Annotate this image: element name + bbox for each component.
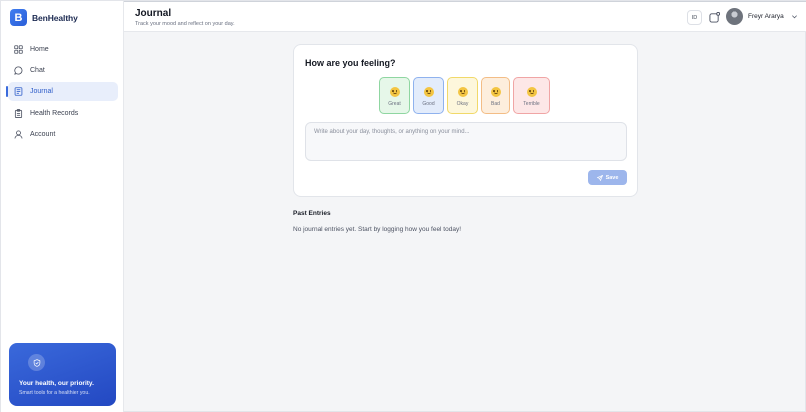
avatar[interactable] — [726, 8, 743, 25]
user-icon — [14, 130, 23, 139]
save-button[interactable]: Save — [588, 170, 627, 185]
neutral-face-icon — [457, 86, 468, 97]
past-entries-heading: Past Entries — [293, 210, 331, 217]
mood-label: Okay — [456, 100, 469, 107]
dashboard-icon — [14, 45, 23, 54]
sidebar-item-label: Chat — [30, 67, 45, 75]
notification-button[interactable] — [707, 10, 721, 24]
journal-entry-card: How are you feeling? Great Good Okay Bad… — [293, 44, 638, 197]
send-icon — [596, 174, 603, 181]
page-subtitle: Track your mood and reflect on your day. — [135, 21, 235, 27]
mood-option-great[interactable]: Great — [379, 77, 410, 114]
mood-question: How are you feeling? — [305, 58, 396, 68]
chat-bubble-icon — [14, 66, 23, 75]
user-name[interactable]: Freyr Ararya — [748, 13, 784, 20]
brand-logo-icon: B — [10, 9, 27, 26]
clipboard-icon — [14, 108, 23, 118]
mood-option-bad[interactable]: Bad — [481, 77, 510, 114]
notification-icon — [708, 11, 720, 23]
sidebar-nav: Home Chat Journal Health Records Account — [6, 40, 118, 146]
top-header: Journal Track your mood and reflect on y… — [124, 2, 806, 32]
sidebar-item-home[interactable]: Home — [8, 40, 118, 59]
save-button-label: Save — [605, 174, 619, 181]
mood-label: Terrible — [523, 100, 540, 107]
smiling-face-icon — [423, 86, 434, 97]
journal-icon — [14, 87, 23, 97]
journal-textarea[interactable] — [305, 122, 627, 161]
promo-subtitle: Smart tools for a healthier you. — [19, 390, 90, 396]
crying-face-icon — [526, 86, 537, 97]
smiling-face-icon — [389, 86, 400, 97]
sidebar-item-label: Health Records — [30, 109, 79, 117]
sidebar-item-account[interactable]: Account — [8, 125, 118, 144]
mood-option-okay[interactable]: Okay — [447, 77, 478, 114]
past-entries-empty-message: No journal entries yet. Start by logging… — [293, 226, 462, 233]
brand-name: BenHealthy — [32, 12, 78, 23]
sidebar-item-health-records[interactable]: Health Records — [8, 104, 118, 123]
page-title: Journal — [135, 8, 172, 19]
language-button[interactable]: ID — [687, 10, 702, 25]
mood-label: Bad — [491, 100, 500, 107]
mood-option-good[interactable]: Good — [413, 77, 444, 114]
mood-selector: Great Good Okay Bad Terrible — [379, 77, 550, 114]
sidebar-item-chat[interactable]: Chat — [8, 61, 118, 80]
sidebar-item-label: Journal — [30, 88, 53, 96]
sidebar-item-journal[interactable]: Journal — [6, 82, 118, 102]
mood-label: Great — [388, 100, 401, 107]
sidebar-item-label: Account — [30, 130, 56, 138]
mood-option-terrible[interactable]: Terrible — [513, 77, 550, 114]
sad-face-icon — [490, 86, 501, 97]
brand[interactable]: B BenHealthy — [10, 9, 78, 26]
promo-title: Your health, our priority. — [19, 380, 94, 387]
mood-label: Good — [422, 100, 435, 107]
shield-icon — [28, 354, 45, 371]
sidebar-item-label: Home — [30, 46, 49, 53]
promo-card: Your health, our priority. Smart tools f… — [9, 343, 116, 406]
sidebar: B BenHealthy Home Chat Journal Health Re… — [1, 1, 124, 412]
chevron-down-icon[interactable] — [791, 13, 798, 20]
